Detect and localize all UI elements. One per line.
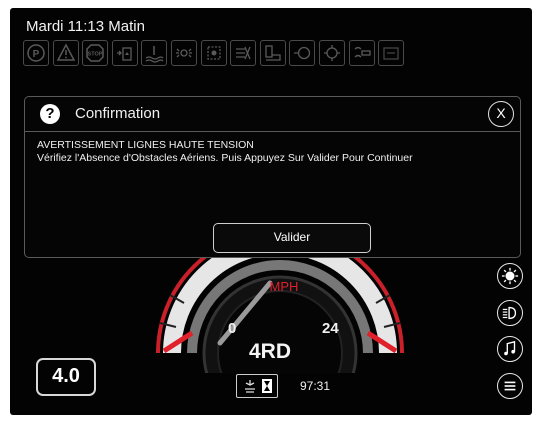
gauge-min-label: 0	[228, 320, 236, 337]
hourglass-icon	[261, 379, 272, 393]
confirmation-dialog: ? Confirmation X AVERTISSEMENT LIGNES HA…	[24, 96, 521, 258]
brightness-button[interactable]	[497, 263, 523, 289]
brightness-icon	[501, 267, 519, 285]
close-button[interactable]: X	[488, 101, 514, 127]
svg-text:P: P	[33, 49, 40, 60]
warning-icon	[52, 40, 79, 66]
gauge-unit: MPH	[270, 279, 299, 294]
engine-icon	[289, 40, 316, 66]
air-filter-icon	[318, 40, 345, 66]
dialog-message: AVERTISSEMENT LIGNES HAUTE TENSION Vérif…	[37, 139, 413, 165]
music-icon	[504, 340, 516, 356]
dialog-header: ? Confirmation X	[25, 97, 520, 132]
drive-mode: 4RD	[249, 340, 292, 363]
sprinkler-icon	[244, 380, 255, 393]
menu-icon	[504, 381, 516, 391]
warning-text: Vérifiez l'Absence d'Obstacles Aériens. …	[37, 152, 413, 164]
transmission-icon	[170, 40, 197, 66]
stop-icon: STOP	[82, 40, 109, 66]
svg-text:STOP: STOP	[88, 52, 103, 58]
question-icon: ?	[40, 104, 60, 124]
music-button[interactable]	[497, 336, 523, 362]
fuel-level-icon	[111, 40, 138, 66]
menu-button[interactable]	[497, 373, 523, 399]
timer-icon	[236, 374, 278, 398]
version-badge: 4.0	[36, 358, 96, 396]
lights-icon	[502, 306, 517, 320]
battery-icon	[378, 40, 405, 66]
clock: Mardi 11:13 Matin	[26, 18, 145, 35]
hydraulic-oil-icon	[259, 40, 286, 66]
gauge-max-label: 24	[322, 320, 339, 337]
warning-heading: AVERTISSEMENT LIGNES HAUTE TENSION	[37, 139, 254, 151]
display-screen: Mardi 11:13 Matin P STOP MPH 0 24 4RD 4.…	[10, 8, 532, 415]
glow-plug-icon	[348, 40, 375, 66]
tell-tale-bar: P STOP	[23, 40, 405, 66]
coolant-temp-icon	[141, 40, 168, 66]
hydraulic-icon	[200, 40, 227, 66]
parking-brake-icon: P	[23, 40, 49, 66]
dialog-title: Confirmation	[75, 105, 161, 122]
lights-button[interactable]	[497, 300, 523, 326]
no-filter-icon	[230, 40, 257, 66]
timer-value: 97:31	[300, 379, 331, 393]
validate-button[interactable]: Valider	[213, 223, 371, 253]
